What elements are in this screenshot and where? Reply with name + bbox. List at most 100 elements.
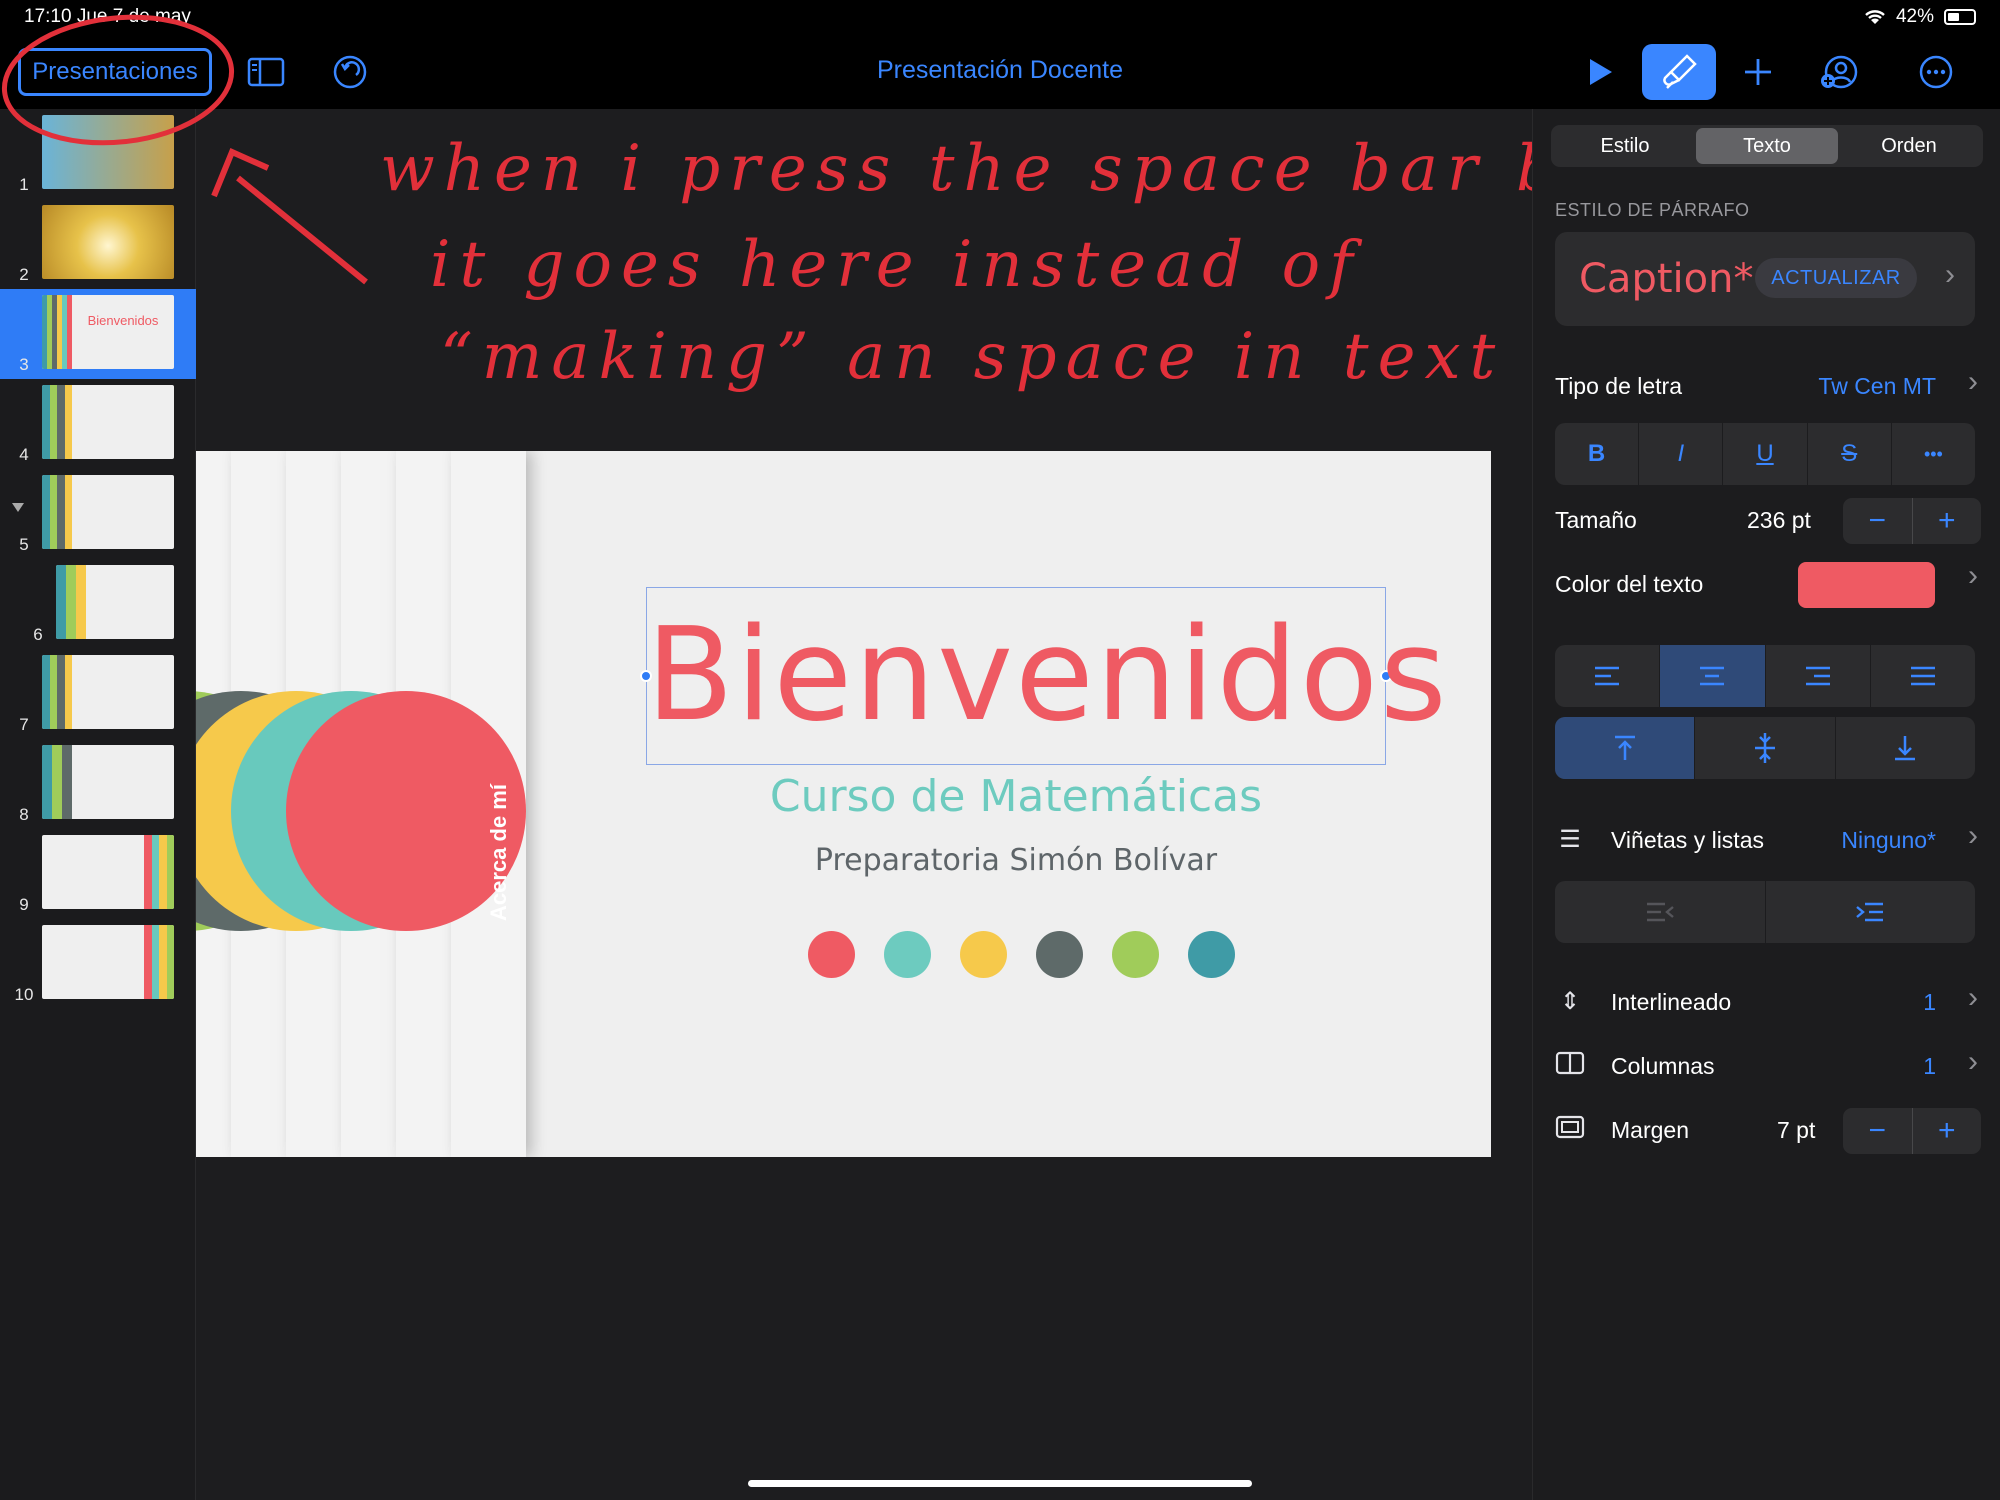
slide-thumbnail (42, 745, 174, 819)
size-increase-button[interactable]: + (1913, 498, 1982, 544)
chevron-right-icon[interactable]: › (1968, 365, 1978, 399)
align-center-icon[interactable] (1660, 645, 1766, 707)
home-indicator[interactable] (748, 1480, 1252, 1487)
align-middle-icon[interactable] (1695, 717, 1836, 779)
more-text-options-button[interactable]: ••• (1892, 423, 1975, 485)
align-top-icon[interactable] (1555, 717, 1696, 779)
slide-tab-panel: Acerca de mí (286, 451, 526, 1157)
align-bottom-icon[interactable] (1836, 717, 1975, 779)
horizontal-alignment-buttons (1555, 645, 1975, 707)
text-color-label: Color del texto (1555, 571, 1704, 597)
chevron-right-icon[interactable]: › (1968, 819, 1978, 853)
color-dot (808, 931, 855, 978)
slide-thumbnail: Bienvenidos (42, 295, 174, 369)
align-justify-icon[interactable] (1871, 645, 1975, 707)
margin-label: Margen (1611, 1117, 1689, 1143)
font-value[interactable]: Tw Cen MT (1818, 373, 1936, 400)
current-slide[interactable]: Acerca de míHistoriaTimelineTeamsServici… (196, 451, 1491, 1157)
underline-button[interactable]: U (1723, 423, 1808, 485)
status-time: 17:10 Jue 7 de may (24, 6, 191, 27)
slide-thumbnail-row[interactable]: 8 (0, 739, 196, 829)
slide-thumbnail-row[interactable]: 9 (0, 829, 196, 919)
update-style-button[interactable]: ACTUALIZAR (1755, 258, 1917, 298)
top-toolbar: Presentaciones Presentación Docente (0, 36, 2000, 109)
inspector-tabs: Estilo Texto Orden (1551, 125, 1983, 167)
plus-icon[interactable] (1740, 50, 1776, 94)
slide-thumbnail-row[interactable]: 4 (0, 379, 196, 469)
paragraph-style-heading: ESTILO DE PÁRRAFO (1555, 200, 1750, 220)
format-brush-button[interactable] (1642, 44, 1716, 100)
more-icon[interactable] (1916, 50, 1956, 94)
indent-buttons (1555, 881, 1975, 943)
color-dot (884, 931, 931, 978)
slide-thumbnail (42, 655, 174, 729)
columns-icon (1555, 1051, 1585, 1082)
slide-thumbnail-row[interactable]: Bienvenidos 3 (0, 289, 196, 379)
slide-school-name[interactable]: Preparatoria Simón Bolívar (496, 843, 1491, 878)
slide-thumbnail (42, 925, 174, 999)
paintbrush-icon (1663, 54, 1697, 89)
slide-thumbnail-row[interactable]: 7 (0, 649, 196, 739)
columns-value[interactable]: 1 (1923, 1053, 1936, 1080)
indent-icon[interactable] (1766, 881, 1976, 943)
margin-increase-button[interactable]: + (1913, 1108, 1982, 1154)
slide-thumbnail-row[interactable]: 10 (0, 919, 196, 1009)
slide-navigator: 1 2 Bienvenidos 3 4 5 6 7 8 9 10 + (0, 109, 196, 1500)
vertical-alignment-buttons (1555, 717, 1975, 779)
slide-thumbnail (42, 835, 174, 909)
battery-icon (1944, 9, 1976, 25)
margin-decrease-button[interactable]: − (1843, 1108, 1913, 1154)
line-spacing-label: Interlineado (1611, 989, 1732, 1015)
size-stepper[interactable]: − + (1843, 498, 1981, 544)
margin-stepper[interactable]: − + (1843, 1108, 1981, 1154)
chevron-right-icon[interactable]: › (1968, 1045, 1978, 1079)
slide-thumbnail (42, 385, 174, 459)
font-label: Tipo de letra (1555, 373, 1682, 399)
play-icon[interactable] (1582, 50, 1618, 94)
slide-number: 2 (19, 265, 29, 284)
battery-percent: 42% (1895, 6, 1934, 27)
align-left-icon[interactable] (1555, 645, 1661, 707)
tab-orden[interactable]: Orden (1838, 128, 1980, 164)
slide-thumbnail-row[interactable]: 5 (0, 469, 196, 559)
slide-tab-label: Acerca de mí (486, 784, 511, 921)
bullet-list-icon: ☰ (1559, 826, 1581, 853)
slide-thumbnail-row[interactable]: 2 (0, 199, 196, 289)
color-dots (808, 931, 1235, 978)
chevron-right-icon[interactable]: › (1968, 981, 1978, 1015)
collaborate-icon[interactable] (1818, 50, 1862, 94)
slide-thumbnail (42, 205, 174, 279)
tab-texto[interactable]: Texto (1696, 128, 1838, 164)
slide-number: 1 (19, 175, 29, 194)
color-dot (1112, 931, 1159, 978)
outdent-icon[interactable] (1555, 881, 1766, 943)
slide-title[interactable]: Bienvenidos (646, 601, 1447, 750)
paragraph-style-card[interactable]: Caption* ACTUALIZAR › (1555, 232, 1975, 326)
slide-number: 6 (33, 625, 43, 644)
thumbnail-title: Bienvenidos (87, 313, 159, 328)
chevron-right-icon[interactable]: › (1968, 559, 1978, 593)
size-decrease-button[interactable]: − (1843, 498, 1913, 544)
slide-number: 3 (19, 355, 29, 374)
slide-number: 7 (19, 715, 29, 734)
italic-button[interactable]: I (1639, 423, 1724, 485)
columns-label: Columnas (1611, 1053, 1715, 1079)
slide-number: 9 (19, 895, 29, 914)
status-bar: 17:10 Jue 7 de may 42% (0, 0, 2000, 36)
strikethrough-button[interactable]: S (1808, 423, 1892, 485)
bullets-value[interactable]: Ninguno* (1841, 827, 1936, 854)
slide-number: 4 (19, 445, 29, 464)
slide-number: 10 (14, 985, 34, 1004)
slide-thumbnail-row[interactable]: 1 (0, 109, 196, 199)
size-value: 236 pt (1747, 507, 1811, 533)
bold-button[interactable]: B (1555, 423, 1640, 485)
margin-value: 7 pt (1777, 1117, 1816, 1143)
align-right-icon[interactable] (1766, 645, 1871, 707)
slide-canvas[interactable]: Acerca de míHistoriaTimelineTeamsServici… (196, 109, 1532, 1500)
text-color-swatch[interactable] (1798, 562, 1935, 608)
slide-thumbnail-row[interactable]: 6 (0, 559, 196, 649)
slide-subtitle[interactable]: Curso de Matemáticas (496, 771, 1491, 822)
line-spacing-value[interactable]: 1 (1923, 989, 1936, 1016)
color-dot (960, 931, 1007, 978)
tab-estilo[interactable]: Estilo (1554, 128, 1696, 164)
